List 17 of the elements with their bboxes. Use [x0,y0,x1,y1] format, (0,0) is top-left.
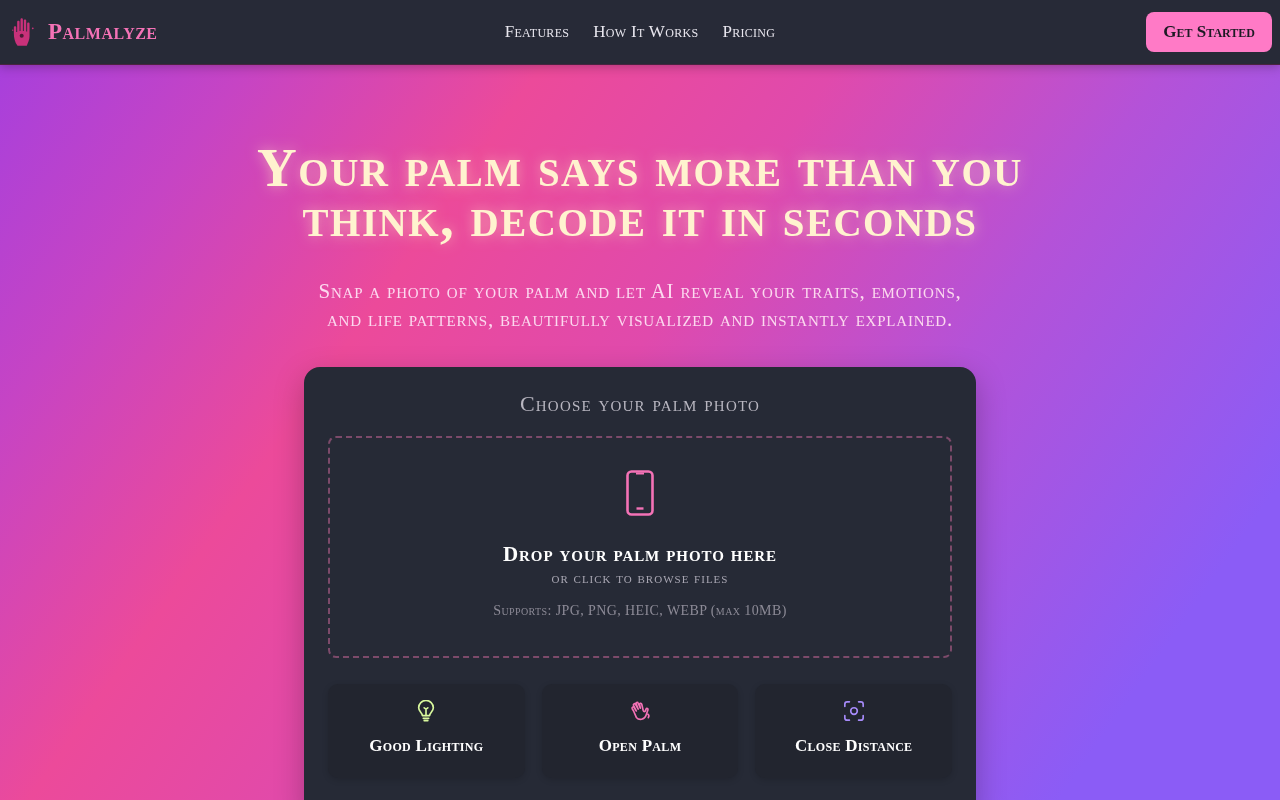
brand-name[interactable]: Palmalyze [48,19,158,45]
nav-link[interactable]: Features [504,22,570,42]
browse-hint: or click to browse files [551,570,729,587]
supported-formats: Supports: JPG, PNG, HEIC, WEBP (max 10MB) [493,603,787,619]
drop-title: Drop your palm photo here [503,542,777,567]
phone-icon [626,470,654,516]
tip-label: Close Distance [794,736,913,756]
hero-title: Your palm says more than you think, decode it in seconds [256,143,1024,243]
tip-label: Open Palm [598,736,682,756]
get-started-button[interactable]: Get Started [1146,12,1272,52]
tip-label: Good Lighting [369,736,484,756]
nav-link[interactable]: How It Works [593,22,699,42]
hero-subtitle: Snap a photo of your palm and let AI reveal your traits, emotions, and life patterns, beautifully visualized and instantly explained. [317,278,963,333]
upload-heading: Choose your palm photo [518,391,762,417]
hand-icon [12,17,36,47]
drop-zone[interactable]: Drop your palm photo here or click to browse files Supports: JPG, PNG, HEIC, WEBP (max 10MB) [328,436,952,658]
nav-link[interactable]: Pricing [722,22,776,42]
